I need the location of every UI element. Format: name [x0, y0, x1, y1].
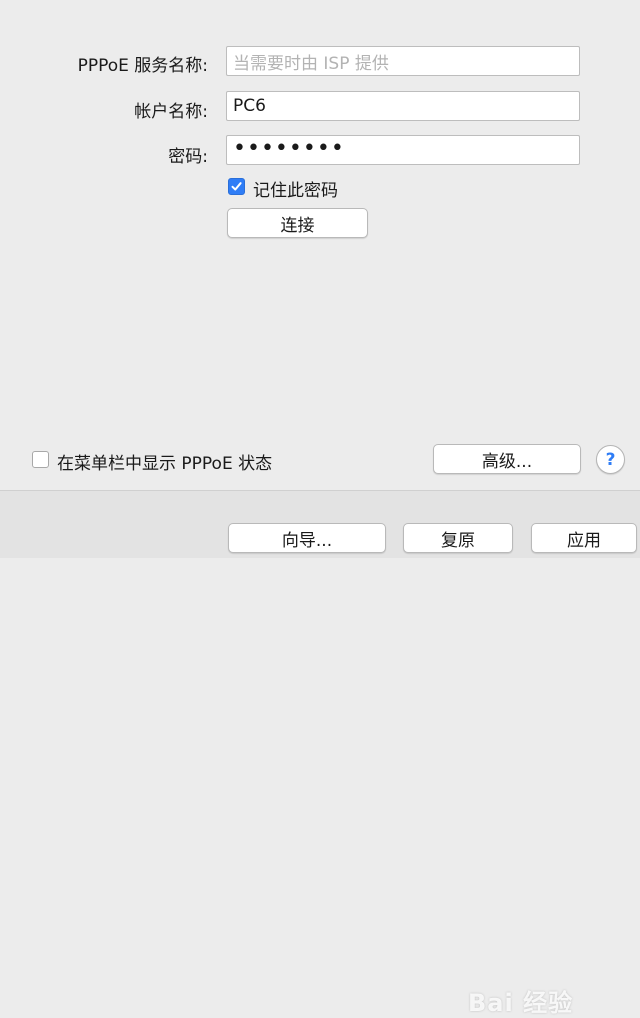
connect-button[interactable]: 连接 [227, 208, 368, 238]
advanced-button-label: 高级... [481, 451, 533, 472]
checkmark-icon [231, 182, 242, 191]
help-button[interactable]: ? [596, 445, 625, 474]
assistant-button-label: 向导... [281, 530, 333, 551]
apply-button[interactable]: 应用 [531, 523, 637, 553]
revert-button-label: 复原 [441, 530, 475, 551]
pppoe-settings-panel: PPPoE 服务名称: 当需要时由 ISP 提供 帐户名称: PC6 密码: •… [0, 0, 640, 490]
remember-password-checkbox[interactable] [228, 178, 245, 195]
assistant-button[interactable]: 向导... [228, 523, 386, 553]
watermark: Bai 经验 [468, 989, 574, 1017]
question-mark-icon: ? [605, 449, 616, 470]
remember-password-label: 记住此密码 [253, 181, 338, 201]
service-name-input[interactable]: 当需要时由 ISP 提供 [226, 46, 580, 76]
account-name-value: PC6 [233, 96, 266, 116]
account-name-label: 帐户名称: [134, 102, 208, 122]
show-status-in-menubar-label: 在菜单栏中显示 PPPoE 状态 [57, 454, 273, 474]
service-name-label: PPPoE 服务名称: [77, 56, 208, 76]
apply-button-label: 应用 [567, 530, 601, 551]
revert-button[interactable]: 复原 [403, 523, 513, 553]
service-name-placeholder: 当需要时由 ISP 提供 [233, 53, 389, 74]
password-value: •••••••• [233, 136, 345, 161]
connect-button-label: 连接 [280, 215, 315, 236]
password-input[interactable]: •••••••• [226, 135, 580, 165]
account-name-input[interactable]: PC6 [226, 91, 580, 121]
password-label: 密码: [168, 147, 208, 167]
advanced-button[interactable]: 高级... [433, 444, 581, 474]
show-status-in-menubar-checkbox[interactable] [32, 451, 49, 468]
